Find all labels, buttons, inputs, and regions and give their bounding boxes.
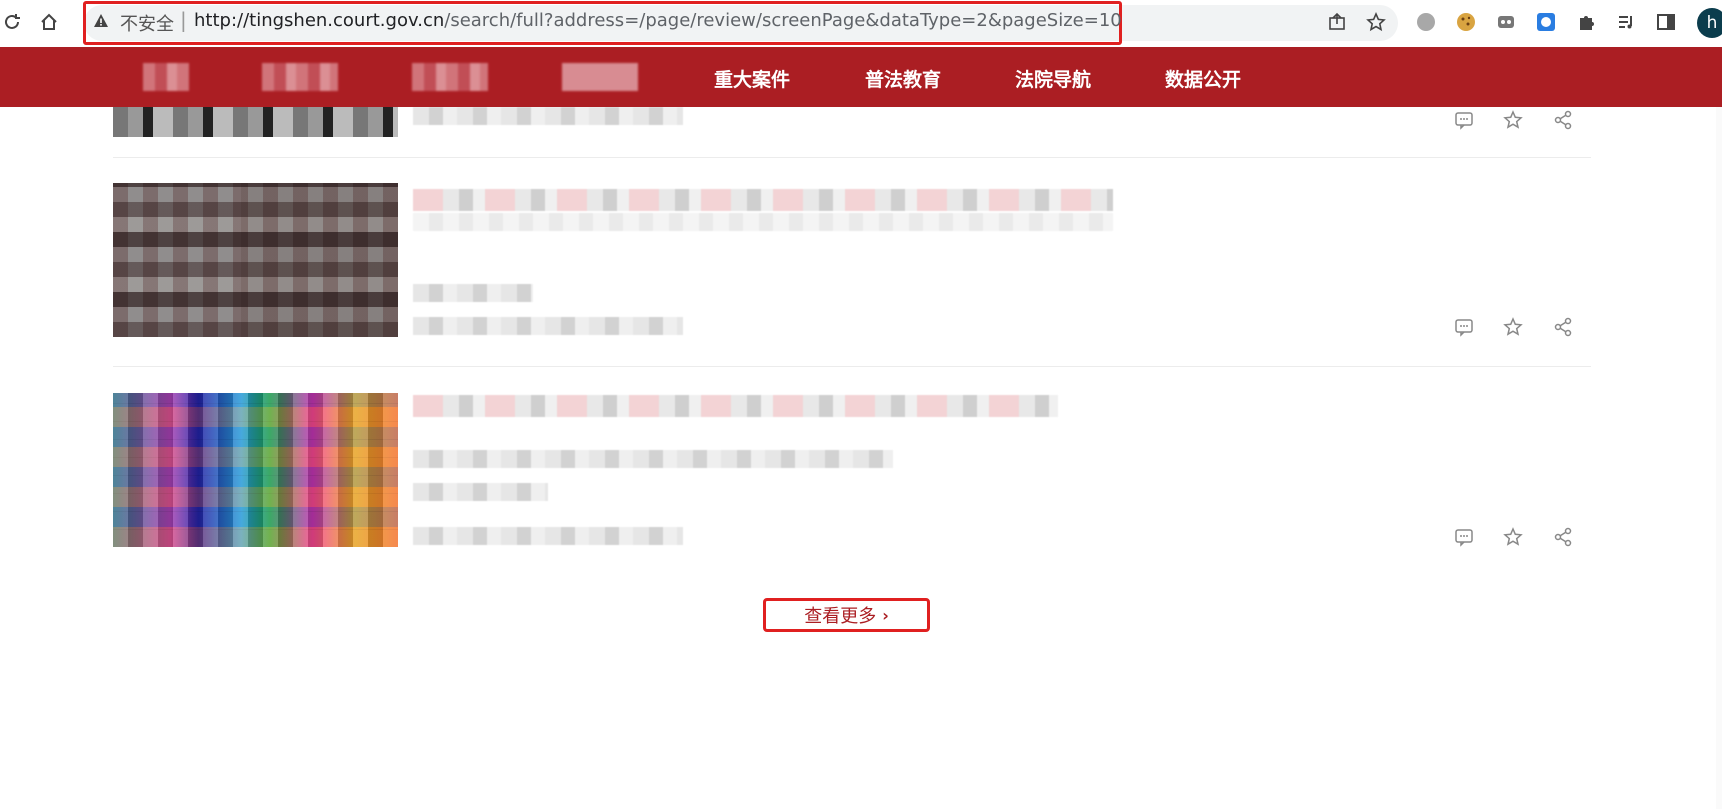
share-icon[interactable] [1326,11,1348,33]
item-meta-blurred [413,107,683,125]
comment-icon[interactable] [1453,109,1475,131]
list-item[interactable] [113,107,1591,147]
extension-circle-icon[interactable] [1415,11,1437,33]
favorite-star-icon[interactable] [1502,109,1524,131]
bookmark-star-icon[interactable] [1365,11,1387,33]
chevron-right-icon: › [882,605,889,625]
item-title-blurred [413,189,1113,211]
list-item[interactable] [113,183,1591,348]
share-icon[interactable] [1552,109,1574,131]
warning-icon [94,14,108,27]
nav-item-blurred-1[interactable] [143,63,189,91]
nav-item-major-cases[interactable]: 重大案件 [714,65,790,92]
nav-item-blurred-4[interactable] [562,63,638,91]
list-divider [113,366,1591,367]
share-icon[interactable] [1552,316,1574,338]
extension-bird-icon[interactable] [1535,11,1557,33]
cookie-icon[interactable] [1455,11,1477,33]
list-divider [113,157,1591,158]
page-scrollbar[interactable] [1716,107,1722,809]
url-text[interactable]: http://tingshen.court.gov.cn/search/full… [194,10,1122,31]
media-control-icon[interactable] [1615,11,1637,33]
view-more-button[interactable]: 查看更多 › [763,598,930,632]
home-icon[interactable] [38,11,60,33]
item-actions [1441,109,1591,131]
nav-item-data-disclosure[interactable]: 数据公开 [1165,65,1241,92]
list-item[interactable] [113,393,1591,548]
video-thumbnail[interactable] [113,107,398,137]
browser-toolbar: 不安全 | http://tingshen.court.gov.cn/searc… [0,0,1722,47]
favorite-star-icon[interactable] [1502,526,1524,548]
reload-icon[interactable] [1,11,23,33]
url-host: http://tingshen.court.gov.cn [194,10,445,31]
site-nav-bar: 重大案件 普法教育 法院导航 数据公开 [0,47,1722,107]
item-meta-blurred [413,317,683,335]
share-icon[interactable] [1552,526,1574,548]
comment-icon[interactable] [1453,526,1475,548]
item-subtitle-blurred [413,213,1113,231]
nav-item-blurred-2[interactable] [262,63,338,91]
item-title-blurred [413,395,1058,417]
view-more-label: 查看更多 [804,606,877,627]
favorite-star-icon[interactable] [1502,316,1524,338]
item-tag-blurred [413,483,548,501]
puzzle-icon[interactable] [1575,11,1597,33]
video-thumbnail[interactable] [113,183,398,337]
comment-icon[interactable] [1453,316,1475,338]
item-meta-blurred [413,527,683,545]
nav-item-blurred-3[interactable] [412,63,488,91]
url-path: /search/full?address=/page/review/screen… [444,10,1122,31]
item-tag-blurred [413,284,533,302]
extension-mask-icon[interactable] [1495,11,1517,33]
item-actions [1441,526,1591,548]
nav-item-legal-education[interactable]: 普法教育 [865,65,941,92]
nav-item-court-navigation[interactable]: 法院导航 [1015,65,1091,92]
video-thumbnail[interactable] [113,393,398,547]
security-label: 不安全 [120,14,174,35]
profile-avatar[interactable]: h [1697,8,1722,38]
side-panel-icon[interactable] [1655,11,1677,33]
item-actions [1441,316,1591,338]
item-subtitle-blurred [413,450,893,468]
security-separator: | [180,8,187,32]
